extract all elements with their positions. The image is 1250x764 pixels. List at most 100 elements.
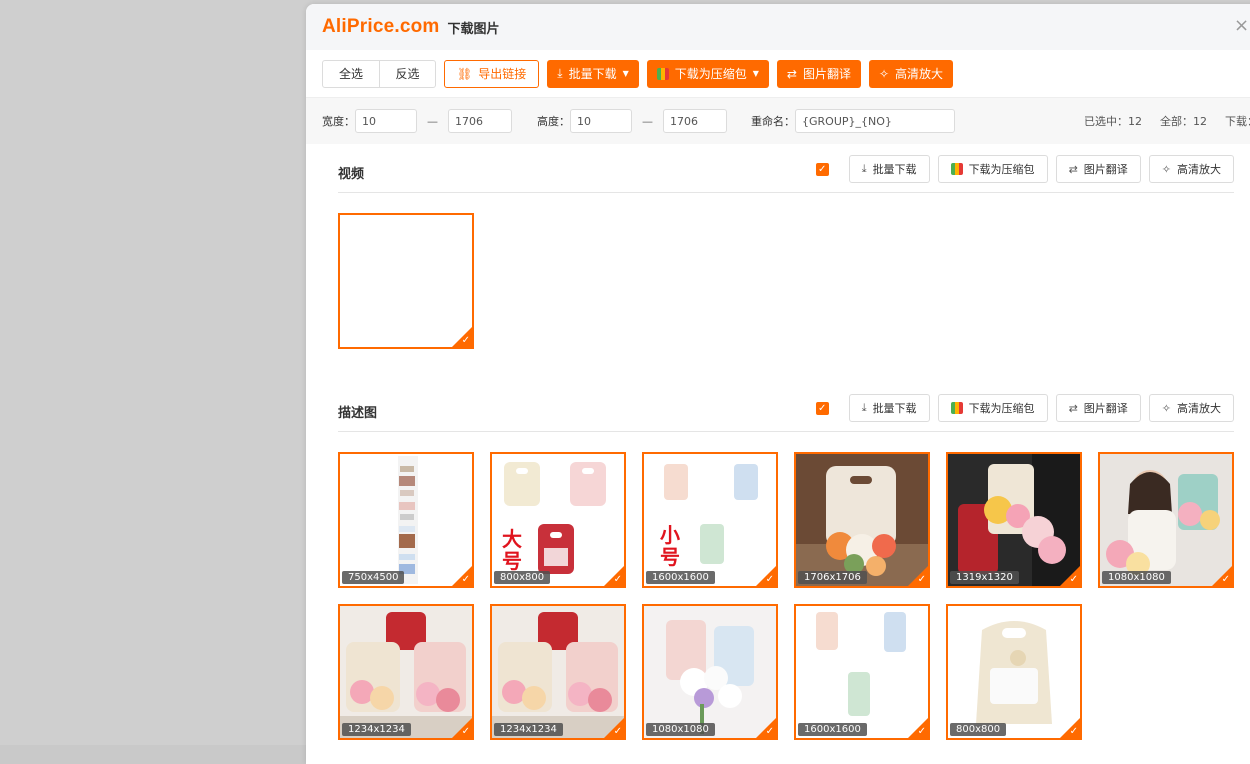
selected-count: 已选中：12 (1084, 115, 1142, 128)
section-batch-download-label: 批量下载 (872, 402, 917, 415)
image-size-label: 1234x1234 (494, 723, 563, 736)
downloaded-count: 下载：0 (1225, 115, 1250, 128)
width-min-input[interactable]: 10 (355, 109, 417, 133)
total-count: 全部：12 (1160, 115, 1207, 128)
check-icon: ✓ (461, 574, 470, 585)
image-thumbnail[interactable]: 1319x1320 ✓ (946, 452, 1082, 588)
link-icon: ⛓ (457, 66, 473, 81)
image-size-label: 800x800 (950, 723, 1007, 736)
section-title: 描述图 (338, 406, 378, 421)
image-size-label: 1706x1706 (798, 571, 867, 584)
range-dash: — (427, 114, 438, 128)
height-max-input[interactable]: 1706 (663, 109, 727, 133)
filter-bar: 宽度： 10 — 1706 高度： 10 — 1706 重命名： {GROUP}… (306, 98, 1250, 144)
section-download-zip-button[interactable]: 下载为压缩包 (937, 155, 1048, 183)
close-icon[interactable]: × (1234, 17, 1250, 35)
main-toolbar: 全选 反选 ⛓ 导出链接 ⤓ 批量下载 ▼ 下载为压缩包 ▼ ⇄ 图片翻译 ✧ … (306, 50, 1250, 98)
big-size-text: 大号 (502, 527, 522, 573)
section-upscale-button[interactable]: ✧ 高清放大 (1148, 394, 1234, 422)
section-checkbox[interactable]: ✓ (815, 401, 829, 415)
magic-wand-icon: ✧ (1161, 401, 1171, 415)
check-icon: ✓ (765, 726, 774, 737)
caret-down-icon: ▼ (752, 69, 759, 78)
section-batch-download-button[interactable]: ⤓ 批量下载 (848, 394, 930, 422)
section-upscale-label: 高清放大 (1177, 163, 1221, 176)
section-download-zip-button[interactable]: 下载为压缩包 (937, 394, 1048, 422)
image-thumbnail[interactable]: 1706x1706 ✓ (794, 452, 930, 588)
invert-selection-button[interactable]: 反选 (379, 60, 435, 87)
section-upscale-label: 高清放大 (1177, 402, 1221, 415)
download-icon: ⤓ (861, 401, 867, 414)
image-size-label: 800x800 (494, 571, 551, 584)
check-icon: ✓ (765, 574, 774, 585)
image-size-label: 1080x1080 (646, 723, 715, 736)
section-download-zip-label: 下载为压缩包 (968, 163, 1035, 176)
check-icon: ✓ (1221, 574, 1230, 585)
selection-stats: 已选中：12 全部：12 下载：0 (1084, 98, 1250, 144)
download-icon: ⤓ (861, 162, 867, 175)
check-icon: ✓ (613, 574, 622, 585)
batch-download-label: 批量下载 (568, 67, 617, 81)
check-icon: ✓ (1069, 574, 1078, 585)
check-icon: ✓ (461, 335, 470, 346)
translate-icon: ⇄ (786, 66, 797, 81)
export-links-label: 导出链接 (478, 67, 527, 81)
export-links-button[interactable]: ⛓ 导出链接 (444, 59, 540, 88)
small-size-text: 小号 (660, 523, 680, 569)
section-translate-label: 图片翻译 (1083, 402, 1128, 415)
download-zip-button[interactable]: 下载为压缩包 ▼ (646, 59, 769, 88)
section-title: 视频 (338, 167, 365, 182)
aliprice-logo: AliPrice.com (322, 16, 440, 37)
rename-input[interactable]: {GROUP}_{NO} (795, 109, 955, 133)
section-checkbox[interactable]: ✓ (815, 162, 829, 176)
dialog-titlebar: AliPrice.com 下载图片 × (306, 4, 1250, 50)
translate-icon: ⇄ (1068, 162, 1078, 176)
range-dash: — (642, 114, 653, 128)
image-thumbnail[interactable]: 1234x1234 ✓ (338, 604, 474, 740)
check-icon: ✓ (1069, 726, 1078, 737)
image-thumbnail[interactable]: 1080x1080 ✓ (642, 604, 778, 740)
download-zip-label: 下载为压缩包 (674, 67, 747, 81)
image-thumbnail[interactable]: 1234x1234 ✓ (490, 604, 626, 740)
video-thumbnail[interactable]: ✓ (338, 213, 474, 349)
height-min-input[interactable]: 10 (570, 109, 632, 133)
image-thumbnail[interactable]: 750x4500 ✓ (338, 452, 474, 588)
image-size-label: 1080x1080 (1102, 571, 1171, 584)
zip-icon (656, 67, 669, 80)
image-thumbnail[interactable]: 1080x1080 ✓ (1098, 452, 1234, 588)
image-thumbnail[interactable]: 1600x1600 ✓ (794, 604, 930, 740)
section-actions: ✓ ⤓ 批量下载 下载为压缩包 ⇄ 图片翻译 ✧ 高清放大 (815, 394, 1234, 422)
zip-icon (950, 163, 963, 175)
check-icon: ✓ (917, 726, 926, 737)
batch-download-button[interactable]: ⤓ 批量下载 ▼ (547, 59, 639, 88)
magic-wand-icon: ✧ (878, 66, 890, 81)
image-size-label: 1234x1234 (342, 723, 411, 736)
section-translate-label: 图片翻译 (1083, 163, 1128, 176)
check-icon: ✓ (613, 726, 622, 737)
image-thumbnail[interactable]: 大号 800x800 ✓ (490, 452, 626, 588)
section-upscale-button[interactable]: ✧ 高清放大 (1148, 155, 1234, 183)
image-thumbnail[interactable]: 小号 1600x1600 ✓ (642, 452, 778, 588)
image-size-label: 750x4500 (342, 571, 405, 584)
download-images-dialog: AliPrice.com 下载图片 × 全选 反选 ⛓ 导出链接 ⤓ 批量下载 … (306, 4, 1250, 764)
image-size-label: 1600x1600 (646, 571, 715, 584)
image-thumbnail[interactable]: 800x800 ✓ (946, 604, 1082, 740)
section-translate-button[interactable]: ⇄ 图片翻译 (1055, 394, 1141, 422)
translate-label: 图片翻译 (802, 67, 851, 81)
height-label: 高度： (537, 115, 570, 128)
section-download-zip-label: 下载为压缩包 (968, 402, 1035, 415)
upscale-button[interactable]: ✧ 高清放大 (868, 59, 954, 88)
zip-icon (950, 402, 963, 414)
check-icon: ✓ (461, 726, 470, 737)
section-actions: ✓ ⤓ 批量下载 下载为压缩包 ⇄ 图片翻译 ✧ 高清放大 (815, 155, 1234, 183)
select-all-button[interactable]: 全选 (323, 61, 379, 87)
selection-toggle: 全选 反选 (322, 59, 436, 88)
section-batch-download-button[interactable]: ⤓ 批量下载 (848, 155, 930, 183)
check-icon: ✓ (917, 574, 926, 585)
translate-button[interactable]: ⇄ 图片翻译 (776, 59, 861, 88)
image-size-label: 1319x1320 (950, 571, 1019, 584)
width-max-input[interactable]: 1706 (448, 109, 512, 133)
width-label: 宽度： (322, 115, 355, 128)
download-icon: ⤓ (557, 66, 563, 80)
section-translate-button[interactable]: ⇄ 图片翻译 (1055, 155, 1141, 183)
